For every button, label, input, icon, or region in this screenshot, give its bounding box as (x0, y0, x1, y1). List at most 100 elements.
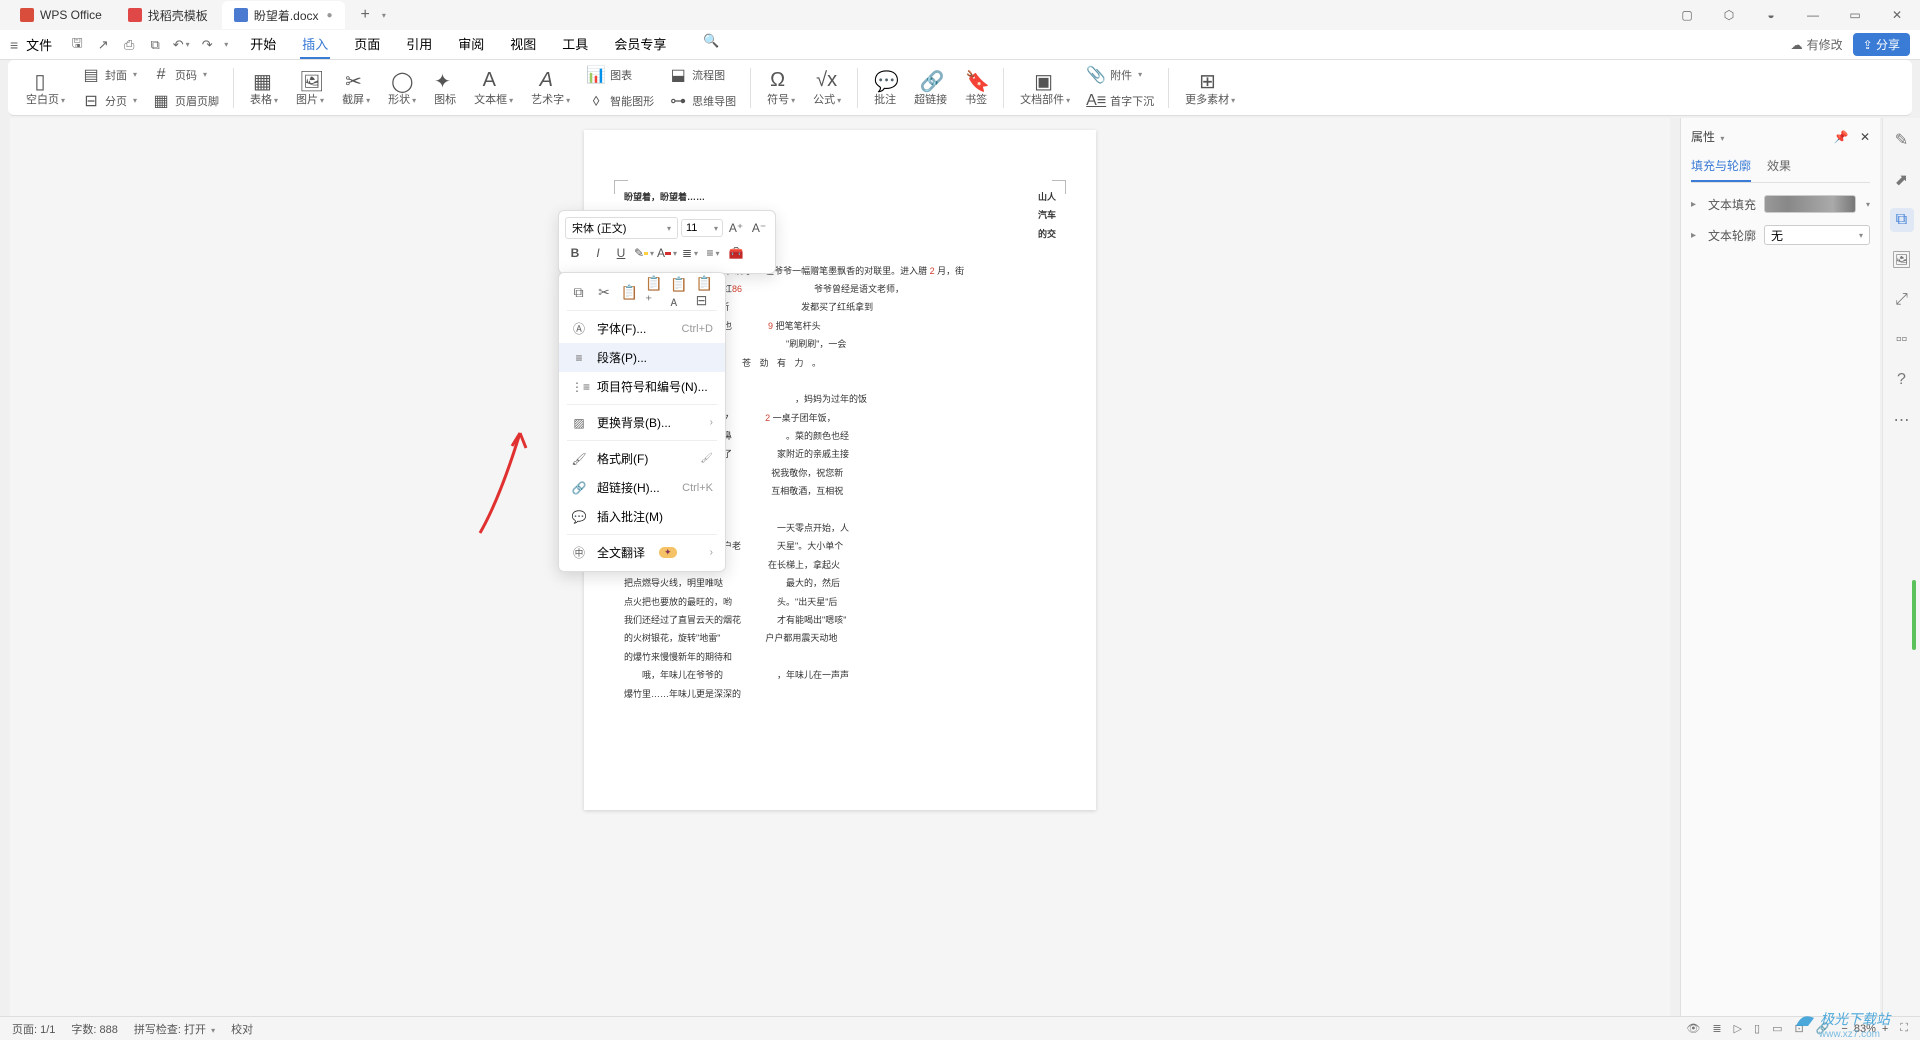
ctx-change-background[interactable]: ▨ 更换背景(B)... › (559, 408, 725, 437)
wordart-button[interactable]: A艺术字▾ (523, 67, 578, 109)
ctx-font[interactable]: Ⓐ 字体(F)... Ctrl+D (559, 314, 725, 343)
cut-icon[interactable]: ✂ (594, 281, 613, 303)
underline-icon[interactable]: U (611, 243, 631, 263)
view-eye-icon[interactable]: 👁 (1686, 1022, 1700, 1035)
view-page-icon[interactable]: ▯ (1754, 1022, 1760, 1035)
pending-changes-indicator[interactable]: ☁ 有修改 (1791, 36, 1843, 53)
tab-view[interactable]: 视图 (508, 30, 538, 59)
screenshot-button[interactable]: ✂截屏▾ (334, 67, 378, 109)
more-tool-icon[interactable]: ⋯ (1890, 408, 1914, 432)
list-icon[interactable]: ≣▾ (680, 243, 700, 263)
align-icon[interactable]: ≡▾ (703, 243, 723, 263)
flowchart-button[interactable]: ⬓流程图 (662, 63, 742, 87)
package-icon[interactable]: ⬡ (1714, 8, 1744, 22)
view-list-icon[interactable]: ≣ (1712, 1022, 1721, 1035)
doc-parts-button[interactable]: ▣文档部件▾ (1012, 67, 1078, 109)
picture-button[interactable]: 🖼图片▾ (288, 67, 332, 109)
text-fill-swatch[interactable] (1764, 195, 1856, 213)
highlight-color-icon[interactable]: ✎▾ (634, 243, 654, 263)
expand-icon[interactable]: ▸ (1691, 199, 1696, 210)
chart-button[interactable]: 📊图表 (580, 63, 660, 87)
mindmap-button[interactable]: ⊶思维导图 (662, 89, 742, 113)
ctx-insert-comment[interactable]: 💬 插入批注(M) (559, 502, 725, 531)
status-spellcheck[interactable]: 拼写检查: 打开 ▾ (134, 1021, 215, 1037)
paste-text-icon[interactable]: 📋ᴀ (670, 281, 689, 303)
blank-page-button[interactable]: ▯空白页▾ (18, 67, 73, 109)
tab-reference[interactable]: 引用 (404, 30, 434, 59)
share-button[interactable]: ⇪ 分享 (1853, 33, 1910, 56)
pen-tool-icon[interactable]: ✎ (1890, 128, 1914, 152)
paste-special-icon[interactable]: 📋⁺ (645, 281, 664, 303)
page-number-button[interactable]: #页码▾ (145, 63, 225, 87)
text-outline-select[interactable]: 无 ▾ (1764, 225, 1870, 245)
search-icon[interactable]: 🔍 (700, 30, 722, 52)
prop-tab-effects[interactable]: 效果 (1767, 157, 1791, 182)
status-proof[interactable]: 校对 (231, 1021, 253, 1037)
tab-menu-caret[interactable]: ▾ (382, 11, 386, 20)
toolbox-icon[interactable]: 🧰 (726, 243, 746, 263)
prop-tab-fill-outline[interactable]: 填充与轮廓 (1691, 157, 1751, 182)
status-page[interactable]: 页面: 1/1 (12, 1021, 55, 1037)
close-window-button[interactable]: ✕ (1882, 8, 1912, 22)
increase-font-icon[interactable]: A⁺ (726, 218, 746, 238)
paste-keep-icon[interactable]: 📋⊟ (696, 281, 715, 303)
thumb-tool-icon[interactable]: ▫▫ (1890, 328, 1914, 352)
ctx-format-painter[interactable]: 🖌 格式刷(F) 🖌 (559, 444, 725, 473)
minimize-button[interactable]: — (1798, 8, 1828, 22)
qat-more-caret[interactable]: ▾ (224, 40, 228, 49)
print-preview-icon[interactable]: ⧉ (144, 34, 166, 56)
close-tab-icon[interactable]: ● (327, 10, 333, 21)
tab-document[interactable]: 盼望着.docx ● (222, 1, 345, 29)
equation-button[interactable]: √x公式▾ (805, 67, 849, 109)
tab-template[interactable]: 找稻壳模板 (116, 1, 220, 29)
tab-insert[interactable]: 插入 (300, 30, 330, 59)
tab-member[interactable]: 会员专享 (612, 30, 668, 59)
ctx-bullets-numbering[interactable]: ⋮≡ 项目符号和编号(N)... (559, 372, 725, 401)
paste-icon[interactable]: 📋 (620, 281, 639, 303)
expand-icon[interactable]: ▸ (1691, 230, 1696, 241)
export-icon[interactable]: ↗ (92, 34, 114, 56)
properties-tool-icon[interactable]: ⧉ (1890, 208, 1914, 232)
italic-icon[interactable]: I (588, 243, 608, 263)
view-web-icon[interactable]: ▭ (1772, 1022, 1782, 1035)
tab-review[interactable]: 审阅 (456, 30, 486, 59)
tab-page[interactable]: 页面 (352, 30, 382, 59)
bold-icon[interactable]: B (565, 243, 585, 263)
status-words[interactable]: 字数: 888 (71, 1021, 117, 1037)
gallery-tool-icon[interactable]: 🖼 (1890, 248, 1914, 272)
select-tool-icon[interactable]: ⬈ (1890, 168, 1914, 192)
help-tool-icon[interactable]: ? (1890, 368, 1914, 392)
shape-button[interactable]: ◯形状▾ (380, 67, 424, 109)
comment-button[interactable]: 💬批注 (866, 67, 904, 109)
save-icon[interactable]: 🖫 (66, 34, 88, 56)
ctx-translate[interactable]: ㊥ 全文翻译 ✦ › (559, 538, 725, 567)
add-tab-button[interactable]: + (355, 6, 376, 24)
file-menu[interactable]: 文件 (26, 35, 52, 54)
tab-wps-office[interactable]: WPS Office (8, 1, 114, 29)
nav-tool-icon[interactable]: ⤢ (1890, 288, 1914, 312)
pin-icon[interactable]: 📌 (1834, 130, 1849, 144)
attachment-button[interactable]: 📎附件▾ (1080, 63, 1160, 87)
more-resources-button[interactable]: ⊞更多素材▾ (1177, 67, 1243, 109)
print-icon[interactable]: ⎙ (118, 34, 140, 56)
smartart-button[interactable]: ⬨智能图形 (580, 89, 660, 113)
hyperlink-button[interactable]: 🔗超链接 (906, 67, 955, 109)
user-avatar-icon[interactable]: ◒ (1756, 8, 1786, 22)
tab-tools[interactable]: 工具 (560, 30, 590, 59)
view-play-icon[interactable]: ▷ (1734, 1022, 1742, 1035)
fullscreen-icon[interactable]: ⛶ (1900, 1022, 1908, 1035)
ctx-hyperlink[interactable]: 🔗 超链接(H)... Ctrl+K (559, 473, 725, 502)
page-break-button[interactable]: ⊟分页▾ (75, 89, 143, 113)
fill-dropdown-caret[interactable]: ▾ (1866, 200, 1870, 209)
dropcap-button[interactable]: A≡首字下沉 (1080, 89, 1160, 113)
undo-icon[interactable]: ↶▾ (170, 34, 192, 56)
decrease-font-icon[interactable]: A⁻ (749, 218, 769, 238)
symbol-button[interactable]: Ω符号▾ (759, 67, 803, 109)
reading-mode-icon[interactable]: ▢ (1672, 8, 1702, 22)
font-size-select[interactable]: 11▾ (681, 219, 723, 237)
hamburger-menu-icon[interactable]: ≡ (10, 37, 18, 53)
document-area[interactable]: ⋮⋮ 盼望着，盼望着……盼的新年来了先来上山人 海，好不热闹。34 眼汽车 的鸣… (10, 118, 1670, 1016)
redo-icon[interactable]: ↷ (196, 34, 218, 56)
scrollbar-thumb[interactable] (1912, 580, 1916, 650)
table-button[interactable]: ▦表格▾ (242, 67, 286, 109)
